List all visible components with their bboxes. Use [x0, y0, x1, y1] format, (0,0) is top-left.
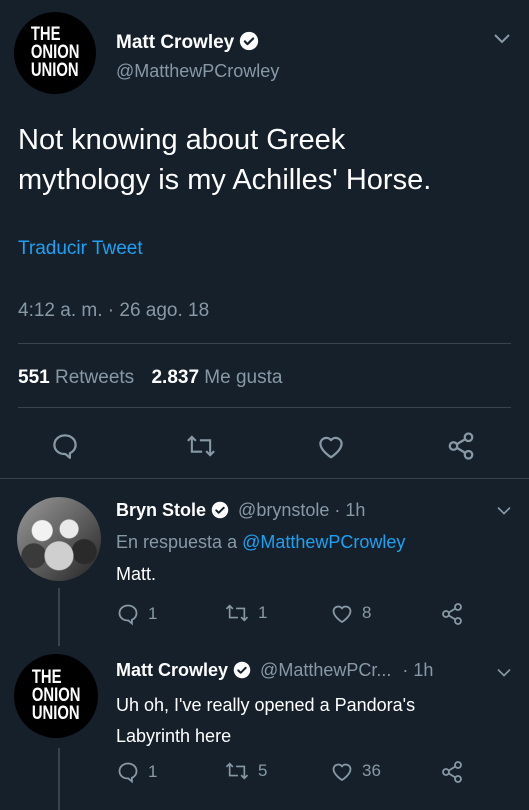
retweet-icon[interactable]	[185, 432, 217, 460]
tweet-text: Not knowing about Greek mythology is my …	[18, 124, 432, 196]
retweet-action[interactable]: 1	[224, 602, 267, 624]
retweets-stat[interactable]: 551 Retweets	[18, 367, 134, 388]
reply-time: · 1h	[334, 500, 366, 520]
retweet-action[interactable]: 5	[224, 760, 267, 782]
verified-badge-icon	[240, 31, 259, 51]
thread-connector	[58, 588, 60, 646]
author-name[interactable]: Matt Crowley	[116, 31, 259, 54]
chevron-down-icon[interactable]	[495, 505, 513, 517]
verified-badge-icon	[211, 501, 229, 519]
likes-stat[interactable]: 2.837 Me gusta	[151, 367, 282, 388]
divider	[18, 343, 511, 344]
reply-text: Uh oh, I've really opened a Pandora's La…	[116, 695, 416, 746]
divider	[18, 407, 511, 408]
divider	[0, 478, 529, 479]
author-avatar[interactable]: THE ONION UNION	[14, 12, 96, 94]
reply-avatar[interactable]: THE ONION UNION	[14, 654, 98, 738]
author-handle[interactable]: @MatthewPCrowley	[116, 61, 279, 82]
reply-author-name[interactable]: Matt Crowley	[116, 660, 228, 680]
chevron-down-icon[interactable]	[495, 667, 513, 679]
reply-avatar-photo[interactable]	[17, 497, 101, 581]
reply-icon	[118, 762, 138, 784]
reply-action[interactable]: 1	[116, 760, 157, 784]
reply-context: En respuesta a @MatthewPCrowley	[116, 532, 406, 552]
share-icon[interactable]	[440, 602, 464, 626]
reply-to-link[interactable]: @MatthewPCrowley	[242, 532, 405, 552]
like-icon	[332, 763, 352, 782]
reply-author-handle[interactable]: @MatthewPCr...	[260, 660, 391, 680]
chevron-down-icon[interactable]	[492, 32, 512, 46]
tweet-timestamp[interactable]: 4:12 a. m. · 26 ago. 18	[18, 300, 209, 322]
share-icon[interactable]	[440, 760, 464, 784]
onion-union-logo-text: THE ONION UNION	[31, 666, 81, 725]
share-icon[interactable]	[446, 431, 476, 461]
reply-time: · 1h	[402, 660, 434, 680]
like-action[interactable]: 36	[330, 760, 381, 782]
like-icon	[332, 605, 352, 624]
reply-author-handle[interactable]: @brynstole	[238, 500, 329, 520]
tweet-stats: 551 Retweets 2.837 Me gusta	[18, 367, 282, 389]
reply-header: Bryn Stole @brynstole · 1h	[116, 500, 365, 521]
retweet-icon	[225, 604, 249, 622]
onion-union-logo-text: THE ONION UNION	[30, 23, 80, 82]
translate-tweet-link[interactable]: Traducir Tweet	[18, 238, 143, 260]
reply-header: Matt Crowley @MatthewPCr... · 1h	[116, 660, 433, 681]
like-icon[interactable]	[316, 432, 346, 460]
thread-connector	[58, 748, 60, 810]
reply-icon	[118, 604, 138, 626]
like-action[interactable]: 8	[330, 602, 371, 624]
reply-text: Matt.	[116, 564, 157, 584]
retweet-icon	[225, 762, 249, 780]
reply-action[interactable]: 1	[116, 602, 157, 626]
reply-author-name[interactable]: Bryn Stole	[116, 500, 206, 520]
verified-badge-icon	[233, 661, 251, 679]
reply-icon[interactable]	[50, 431, 80, 461]
